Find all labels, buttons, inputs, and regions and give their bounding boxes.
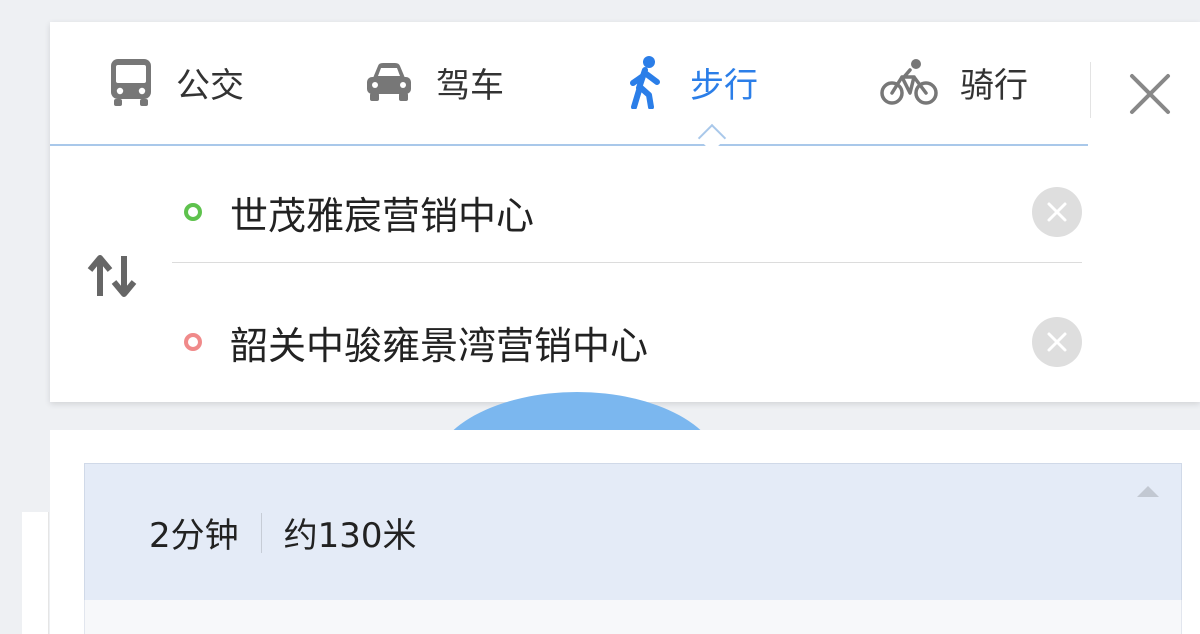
map-edge [22,512,49,634]
clear-icon [1047,202,1067,222]
tab-car-label: 驾车 [436,65,504,106]
swap-button[interactable] [86,252,140,300]
tab-car[interactable]: 驾车 [364,52,504,112]
close-button[interactable] [1122,66,1178,122]
end-point-input[interactable]: 韶关中骏雍景湾营销中心 [230,315,1032,370]
walk-icon [622,55,668,109]
route-distance: 约130米 [283,516,417,556]
summary-divider [260,512,262,553]
tab-bus[interactable]: 公交 [108,52,244,112]
header-divider [1090,62,1091,118]
tab-bus-label: 公交 [176,65,244,106]
route-summary: 2分钟 约130米 [149,508,417,557]
route-result-card[interactable]: 2分钟 约130米 [84,463,1182,601]
clear-end-button[interactable] [1032,317,1082,367]
start-point-input[interactable]: 世茂雅宸营销中心 [230,185,1032,240]
result-detail-area [84,600,1182,634]
tab-bike-label: 骑行 [960,65,1028,106]
active-tab-indicator [697,123,727,153]
route-panel: 公交 驾车 步行 骑行 世茂雅宸营销中心 韶关中骏雍景湾营销中心 [50,22,1200,402]
swap-arrows-icon [87,255,137,297]
clear-start-button[interactable] [1032,187,1082,237]
route-duration: 2分钟 [149,516,239,556]
start-marker-icon [184,203,202,221]
transport-tabs: 公交 驾车 步行 骑行 [50,22,1088,153]
tab-bike[interactable]: 骑行 [880,52,1028,112]
bike-icon [880,58,938,106]
end-marker-icon [184,333,202,351]
tab-walk-label: 步行 [690,65,758,106]
end-point-row[interactable]: 韶关中骏雍景湾营销中心 [172,292,1082,392]
car-icon [364,60,414,104]
bus-icon [108,57,154,107]
collapse-up-icon[interactable] [1137,486,1159,497]
start-point-row[interactable]: 世茂雅宸营销中心 [172,162,1082,263]
close-icon [1130,74,1170,114]
tab-walk[interactable]: 步行 [622,52,758,112]
clear-icon [1047,332,1067,352]
